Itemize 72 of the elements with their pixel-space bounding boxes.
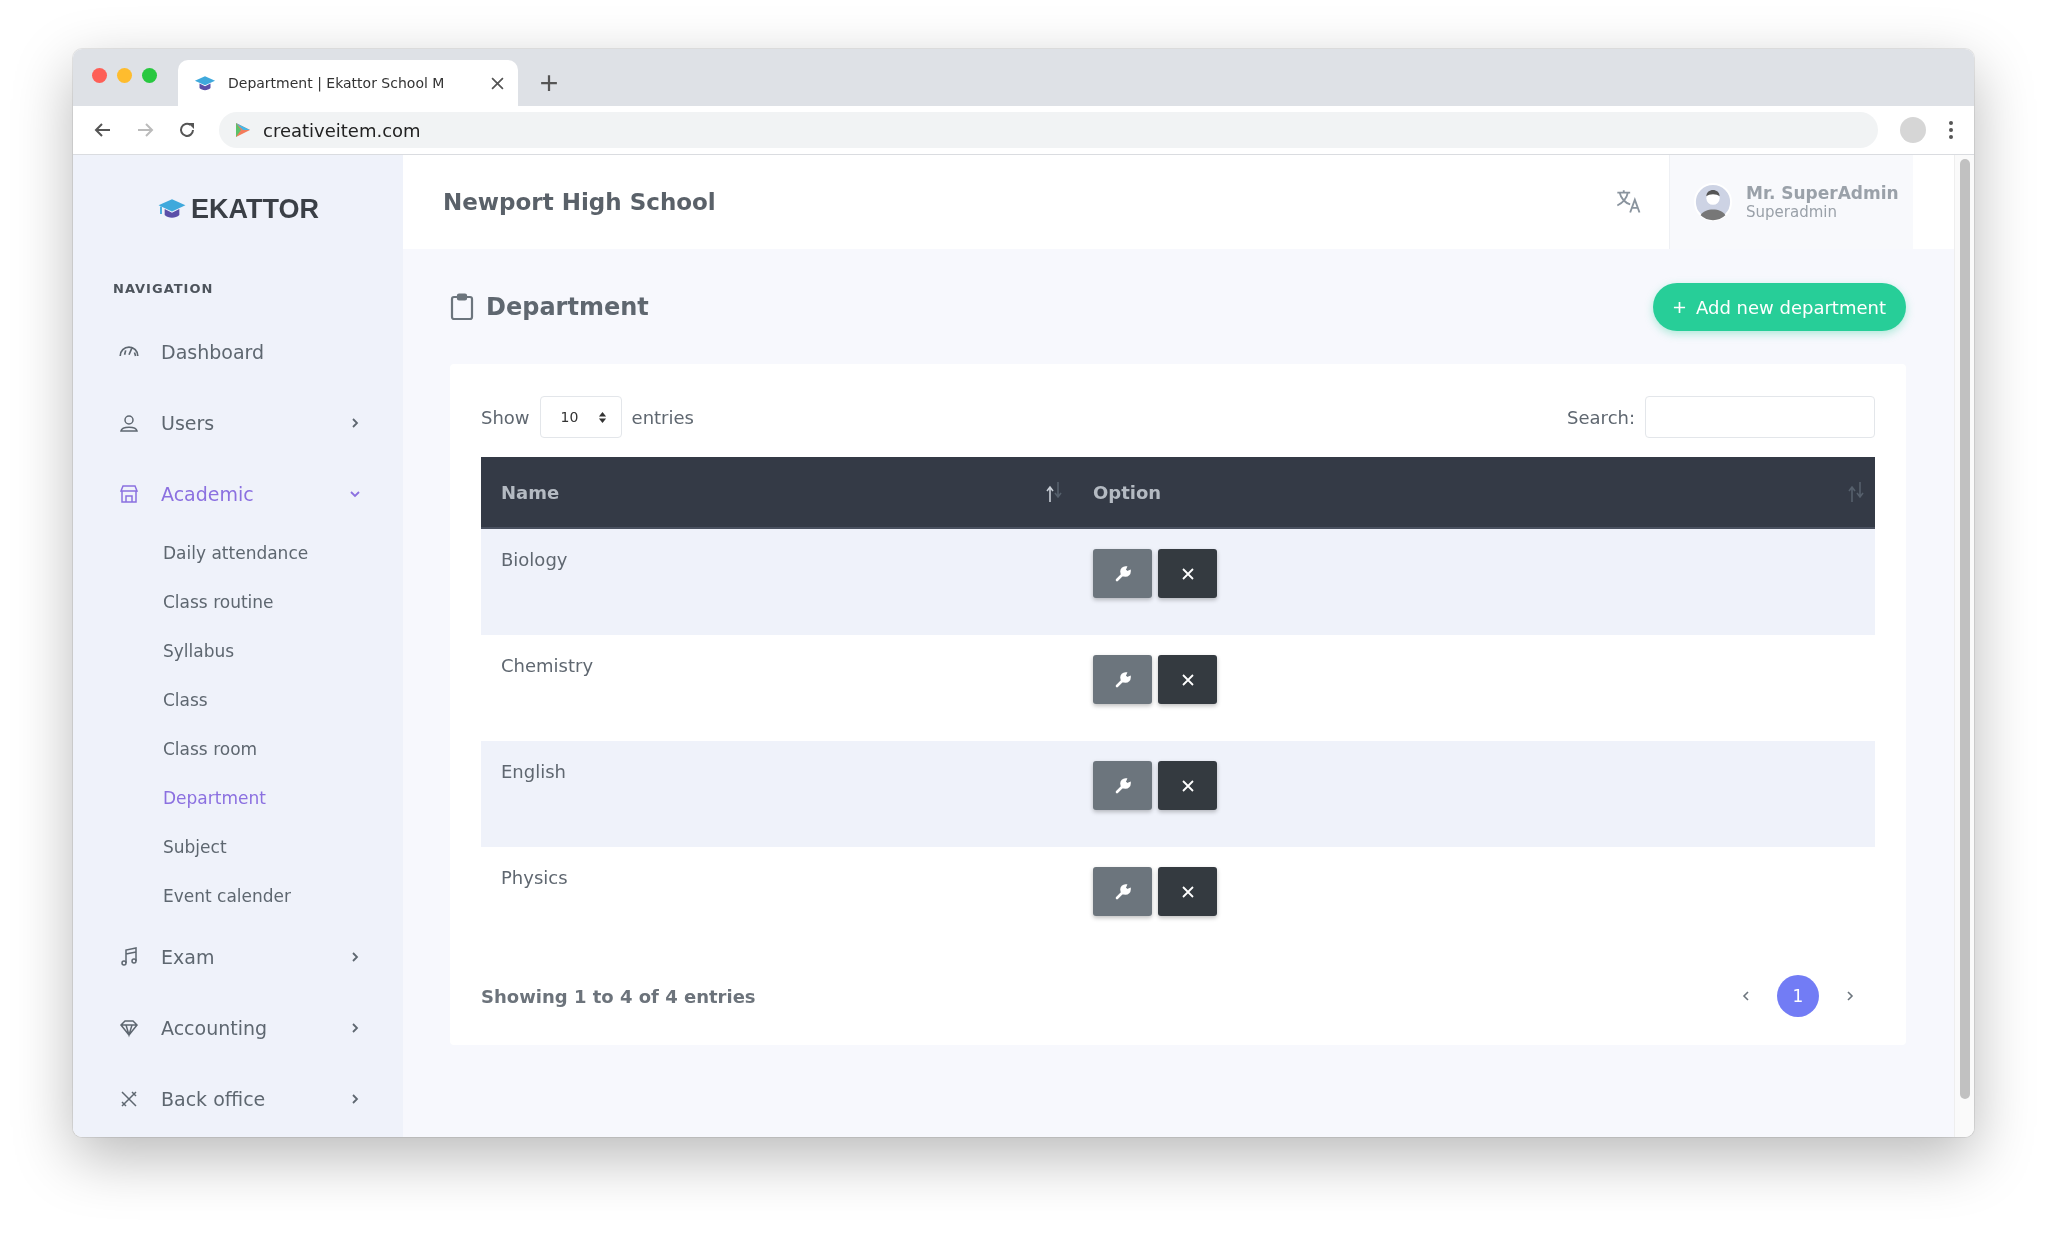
sidebar-item[interactable]: Users <box>73 387 403 458</box>
address-bar[interactable]: creativeitem.com <box>219 112 1878 148</box>
close-window-icon[interactable] <box>92 68 107 83</box>
wrench-icon <box>1114 777 1131 794</box>
wrench-icon <box>1114 883 1131 900</box>
show-label: Show <box>481 406 530 428</box>
submenu-item[interactable]: Event calender <box>73 872 403 921</box>
delete-button[interactable] <box>1158 867 1217 916</box>
user-icon <box>119 412 139 433</box>
scrollbar-thumb[interactable] <box>1959 159 1970 1099</box>
edit-button[interactable] <box>1093 867 1152 916</box>
section-label: NAVIGATION <box>112 280 215 298</box>
submenu-item[interactable]: Class <box>73 676 403 725</box>
user-name: Mr. SuperAdmin <box>1746 183 1899 203</box>
delete-button[interactable] <box>1158 549 1217 598</box>
close-icon <box>1181 673 1194 686</box>
table-info: Showing 1 to 4 of 4 entries <box>481 985 756 1007</box>
delete-button[interactable] <box>1158 761 1217 810</box>
graduation-cap-icon <box>157 198 187 220</box>
browser-tab[interactable]: Department | Ekattor School M <box>178 60 518 106</box>
previous-page-icon[interactable] <box>1741 991 1751 1001</box>
table-cell-text: English <box>500 760 567 784</box>
edit-button[interactable] <box>1093 655 1152 704</box>
more-options-icon[interactable] <box>1948 120 1954 140</box>
close-icon <box>1181 567 1194 580</box>
clipboard-icon <box>450 293 474 321</box>
translate-icon[interactable] <box>1615 188 1643 216</box>
avatar-icon <box>1694 183 1732 221</box>
tools-icon <box>119 1088 139 1109</box>
submenu-item[interactable]: Class room <box>73 725 403 774</box>
close-icon <box>1181 779 1194 792</box>
submenu-item[interactable]: Daily attendance <box>73 529 403 578</box>
submenu-item[interactable]: Syllabus <box>73 627 403 676</box>
page-button[interactable]: 1 <box>1777 975 1819 1017</box>
plus-icon <box>1673 300 1686 314</box>
search-field[interactable] <box>1645 396 1875 438</box>
sidebar-item[interactable]: Accounting <box>73 992 403 1063</box>
edit-button[interactable] <box>1093 549 1152 598</box>
next-page-icon[interactable] <box>1845 991 1855 1001</box>
close-tab-icon[interactable] <box>491 76 504 90</box>
store-icon <box>119 483 139 504</box>
table-cell-text: Biology <box>500 548 569 572</box>
entries-label: entries <box>631 406 694 428</box>
select-arrows-icon <box>597 410 607 424</box>
column-header[interactable]: Option <box>1073 457 1875 527</box>
sidebar-item[interactable]: Exam <box>73 921 403 992</box>
entries-select[interactable]: 10 <box>539 396 622 438</box>
delete-button[interactable] <box>1158 655 1217 704</box>
wrench-icon <box>1114 565 1131 582</box>
reload-icon[interactable] <box>177 120 197 140</box>
submenu-item[interactable]: Class routine <box>73 578 403 627</box>
table-cell-text: Chemistry <box>500 654 595 678</box>
page-title: Department <box>486 293 649 321</box>
diamond-icon <box>119 1017 139 1038</box>
music-note-icon <box>119 946 139 967</box>
sidebar-item[interactable]: Back office <box>73 1063 403 1134</box>
graduation-cap-icon <box>194 74 216 92</box>
search-label: Search: <box>1567 406 1635 428</box>
sidebar-item[interactable]: Dashboard <box>73 316 403 387</box>
close-icon <box>1181 885 1194 898</box>
new-tab-icon[interactable] <box>540 74 558 92</box>
wrench-icon <box>1114 671 1131 688</box>
submenu-item[interactable]: Subject <box>73 823 403 872</box>
sidebar-item[interactable]: Academic <box>73 458 403 529</box>
column-header[interactable]: Name <box>481 457 1073 527</box>
edit-button[interactable] <box>1093 761 1152 810</box>
logo-text: EKATTOR <box>191 193 319 225</box>
school-name: Newport High School <box>443 189 717 215</box>
submenu-item[interactable]: Department <box>73 774 403 823</box>
table-cell-text: Physics <box>500 866 569 890</box>
gauge-icon <box>119 346 139 357</box>
user-role: Superadmin <box>1746 203 1838 221</box>
